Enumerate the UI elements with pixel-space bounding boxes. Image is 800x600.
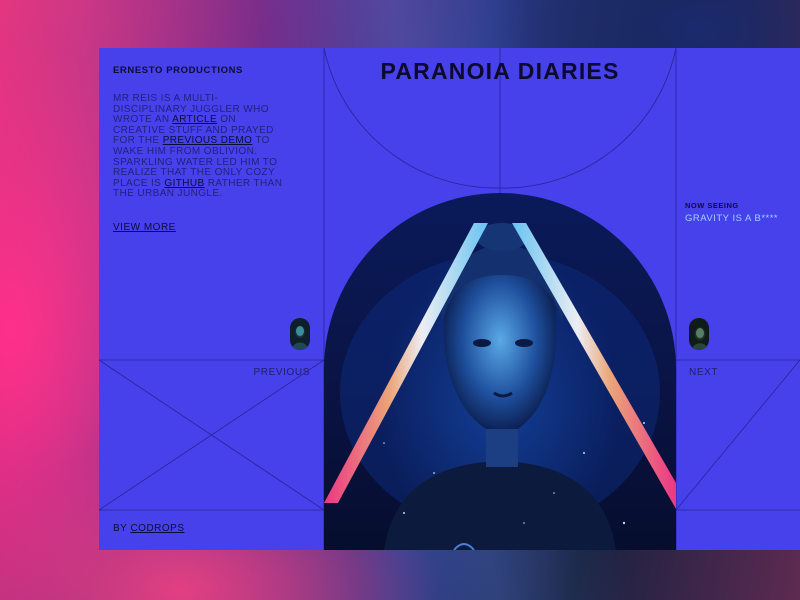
portrait-thumbnail-icon: [292, 326, 308, 350]
brand-name: ERNESTO PRODUCTIONS: [113, 65, 243, 76]
content-panel: ERNESTO PRODUCTIONS MR REIS IS A MULTI-D…: [99, 48, 800, 550]
neon-portrait-illustration: [324, 223, 676, 550]
next-button[interactable]: NEXT: [689, 367, 718, 378]
previous-thumbnail[interactable]: [290, 318, 310, 350]
credits: BY CODROPS: [113, 523, 185, 534]
intro-paragraph: MR REIS IS A MULTI-DISCIPLINARY JUGGLER …: [113, 93, 288, 200]
now-seeing-label: NOW SEEING: [685, 201, 739, 210]
article-link[interactable]: ARTICLE: [172, 114, 217, 125]
now-seeing-title: GRAVITY IS A B****: [685, 213, 779, 224]
codrops-link[interactable]: CODROPS: [130, 523, 184, 534]
next-thumbnail[interactable]: [689, 318, 709, 350]
hero-image: [324, 193, 676, 550]
portrait-thumbnail-icon: [692, 328, 708, 350]
view-more-link[interactable]: VIEW MORE: [113, 222, 176, 233]
previous-button[interactable]: PREVIOUS: [252, 367, 310, 378]
previous-demo-link[interactable]: PREVIOUS DEMO: [163, 135, 253, 147]
github-link[interactable]: GITHUB: [164, 178, 204, 189]
page-title: PARANOIA DIARIES: [380, 58, 620, 84]
credits-prefix: BY: [113, 523, 131, 534]
